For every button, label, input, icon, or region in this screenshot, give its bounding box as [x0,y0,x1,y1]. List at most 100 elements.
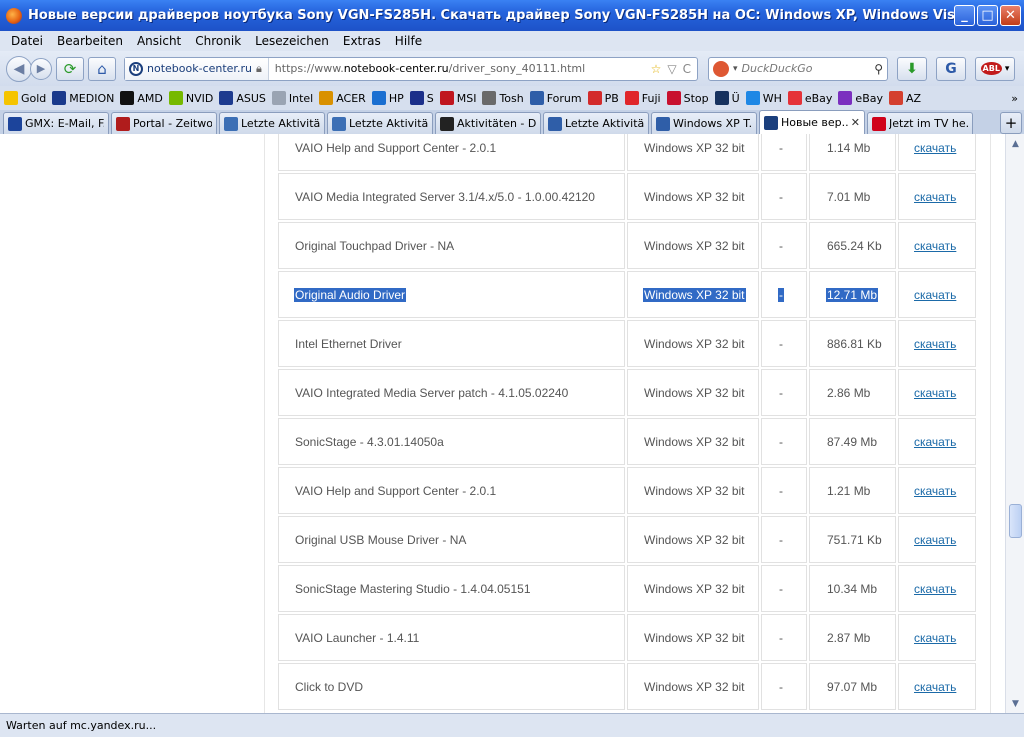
tab-close-icon[interactable]: ✕ [851,116,860,129]
scroll-down-arrow-icon[interactable]: ▼ [1008,696,1023,711]
bookmark-item[interactable]: Tosh [482,91,524,105]
scrollbar-thumb[interactable] [1009,504,1022,538]
bookmark-item[interactable]: AZ [889,91,921,105]
bookmark-item[interactable]: MSI [439,91,476,105]
bookmark-item[interactable]: Forum [529,91,582,105]
driver-name-cell: VAIO Launcher - 1.4.11 [278,614,625,661]
download-link[interactable]: скачать [914,141,956,155]
tab-favicon-icon [764,115,778,130]
scroll-up-arrow-icon[interactable]: ▲ [1008,136,1023,151]
driver-download-cell: скачать [898,134,976,171]
menu-extras[interactable]: Extras [336,34,388,48]
bookmark-favicon-icon [787,91,802,105]
home-button[interactable]: ⌂ [88,56,116,81]
bookmark-item[interactable]: Fuji [624,91,661,105]
minimize-button[interactable]: _ [954,5,975,26]
reload-small-icon[interactable]: C [683,62,691,76]
bookmark-item[interactable]: ASUS [219,91,266,105]
duckduckgo-icon[interactable] [713,60,729,77]
bookmark-item[interactable]: HP [371,91,404,105]
new-tab-button[interactable]: + [1000,112,1022,134]
bookmark-item[interactable]: PB [587,91,619,105]
bookmark-item[interactable]: S [409,91,434,105]
bookmark-favicon-icon [624,91,639,105]
tab-active[interactable]: Новые вер... ✕ [759,110,865,134]
download-link[interactable]: скачать [914,533,956,547]
menu-ansicht[interactable]: Ansicht [130,34,188,48]
driver-size-cell: 665.24 Kb [809,222,896,269]
download-button[interactable]: ⬇ [897,56,927,81]
bookmark-favicon-icon [439,91,454,105]
bookmark-favicon-icon [409,91,424,105]
bookmark-item[interactable]: Ü [714,91,740,105]
bookmark-item[interactable]: Stop [666,91,709,105]
bookmark-star-icon[interactable]: ☆ [651,62,662,76]
search-engine-dropdown-icon[interactable]: ▾ [733,64,738,74]
driver-row: SonicStage Mastering Studio - 1.4.04.051… [278,565,976,612]
download-link[interactable]: скачать [914,484,956,498]
bookmark-item[interactable]: Gold [4,91,46,105]
tab[interactable]: Letzte Aktivitä... [327,112,433,134]
menu-bearbeiten[interactable]: Bearbeiten [50,34,130,48]
url-bar-icons: ☆ ▽ C [651,62,697,76]
download-link[interactable]: скачать [914,386,956,400]
back-button[interactable]: ◀ [6,55,32,82]
close-button[interactable]: ✕ [1000,5,1021,26]
download-link[interactable]: скачать [914,680,956,694]
bookmark-favicon-icon [482,91,497,105]
tab[interactable]: Windows XP T... [651,112,757,134]
driver-size: 2.86 Mb [827,385,871,400]
vertical-scrollbar[interactable]: ▲ ▼ [1005,134,1024,713]
menu-hilfe[interactable]: Hilfe [388,34,429,48]
download-link[interactable]: скачать [914,190,956,204]
driver-name: SonicStage - 4.3.01.14050a [295,434,444,449]
tab[interactable]: Letzte Aktivitä... [543,112,649,134]
download-link[interactable]: скачать [914,337,956,351]
reload-button[interactable]: ⟳ [56,56,84,81]
url-text[interactable]: https://www.notebook-center.ru/driver_so… [269,62,651,75]
tab-label: GMX: E-Mail, F... [25,117,104,130]
download-link[interactable]: скачать [914,435,956,449]
dropdown-arrow-icon[interactable]: ▽ [667,62,676,76]
tab[interactable]: GMX: E-Mail, F... [3,112,109,134]
bookmark-item[interactable]: eBay [838,91,883,105]
tab[interactable]: Aktivitäten - D... [435,112,541,134]
driver-extra-cell: - [761,614,807,661]
bookmarks-overflow-button[interactable]: » [1011,92,1024,105]
bookmark-item[interactable]: MEDION [52,91,114,105]
search-placeholder: DuckDuckGo [741,62,813,75]
download-link[interactable]: скачать [914,239,956,253]
driver-size-cell: 87.49 Mb [809,418,896,465]
search-icon[interactable]: ⚲ [874,62,883,76]
tab[interactable]: Jetzt im TV he... [867,112,973,134]
bookmark-favicon-icon [745,91,760,105]
menu-chronik[interactable]: Chronik [188,34,248,48]
driver-os: Windows XP 32 bit [644,385,745,400]
driver-row: VAIO Media Integrated Server 3.1/4.x/5.0… [278,173,976,220]
bookmark-item[interactable]: NVID [168,91,213,105]
menu-lesezeichen[interactable]: Lesezeichen [248,34,336,48]
site-identity[interactable]: N notebook-center.ru 🔒︎ [125,57,269,80]
menu-datei[interactable]: Datei [4,34,50,48]
maximize-button[interactable]: □ [977,5,998,26]
driver-os-cell: Windows XP 32 bit [627,173,759,220]
driver-download-cell: скачать [898,516,976,563]
download-link[interactable]: скачать [914,631,956,645]
download-link[interactable]: скачать [914,582,956,596]
bookmark-item[interactable]: ACER [319,91,366,105]
forward-button[interactable]: ▶ [30,57,52,80]
bookmark-item[interactable]: AMD [120,91,163,105]
tab[interactable]: Letzte Aktivitä... [219,112,325,134]
driver-extra: - [779,189,783,204]
bookmark-item[interactable]: WH [745,91,782,105]
driver-name-cell: Click to DVD [278,663,625,710]
bookmark-item[interactable]: Intel [271,91,313,105]
adblock-button[interactable]: ABL ▾ [975,56,1015,81]
url-bar[interactable]: N notebook-center.ru 🔒︎ https://www.note… [124,56,698,81]
search-box[interactable]: ▾ DuckDuckGo ⚲ [708,56,888,81]
driver-extra: - [779,140,783,155]
bookmark-item[interactable]: eBay [787,91,832,105]
translate-button[interactable]: G [936,56,966,81]
tab[interactable]: Portal - Zeitwo... [111,112,217,134]
download-link[interactable]: скачать [914,288,956,302]
